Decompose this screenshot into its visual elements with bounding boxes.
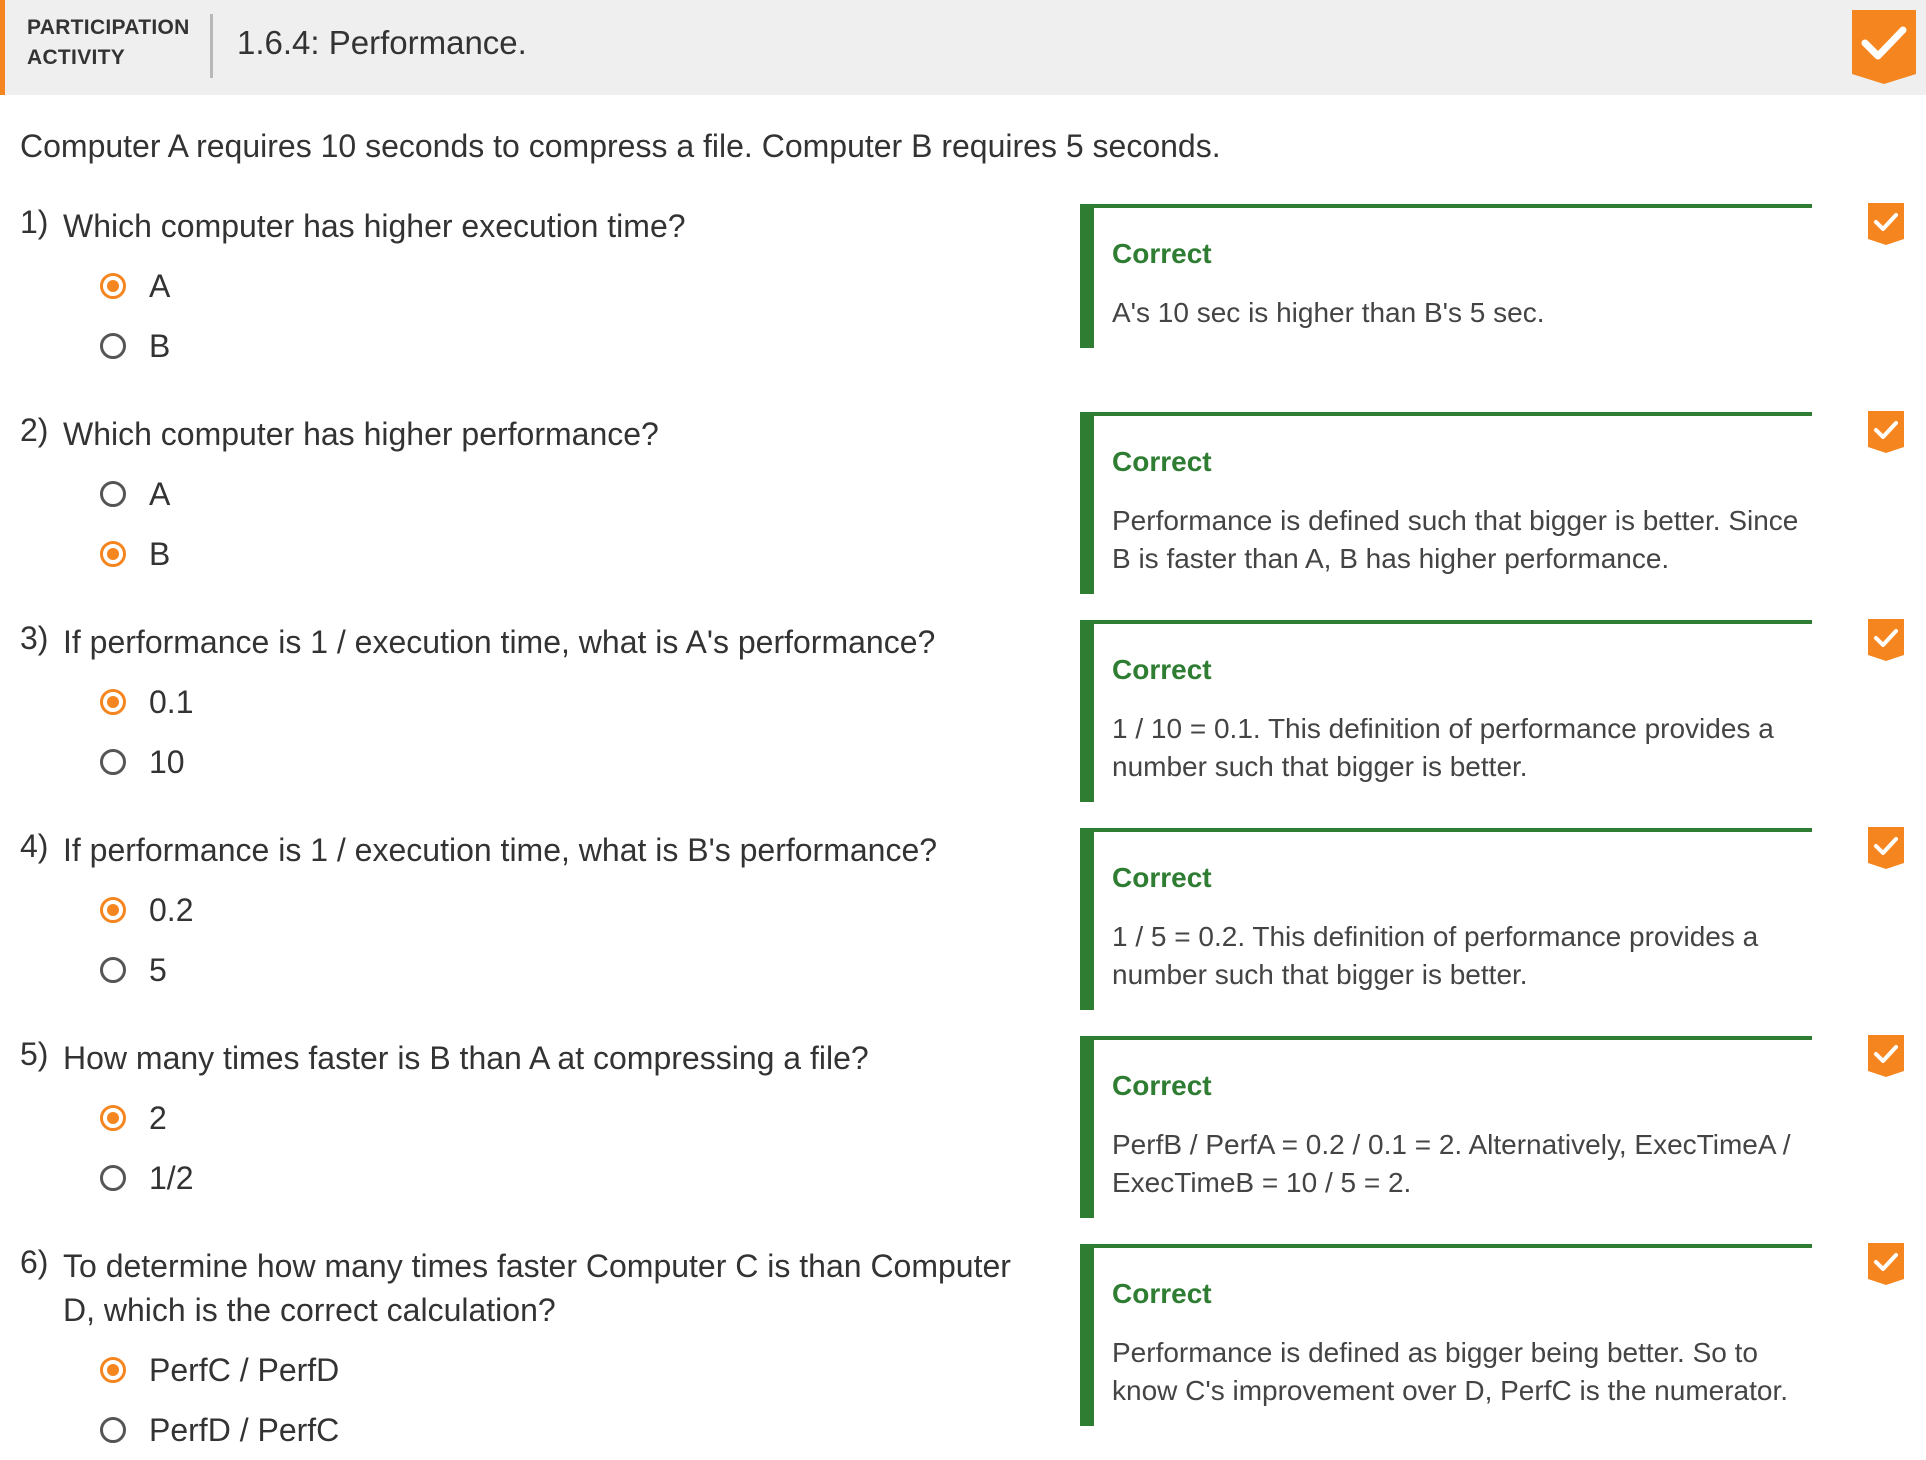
option-label: 0.1	[149, 683, 194, 720]
option-b[interactable]: B	[100, 316, 170, 376]
radio-unselected[interactable]	[100, 333, 126, 359]
question-text: To determine how many times faster Compu…	[63, 1248, 1011, 1328]
radio-unselected[interactable]	[100, 481, 126, 507]
feedback-status: Correct	[1112, 1278, 1212, 1309]
activity-type-line2: ACTIVITY	[27, 46, 126, 69]
feedback-explanation: A's 10 sec is higher than B's 5 sec.	[1112, 297, 1545, 328]
option-a[interactable]: 2	[100, 1088, 193, 1148]
option-a[interactable]: A	[100, 256, 170, 316]
check-badge-icon	[1868, 411, 1904, 453]
header-divider	[210, 14, 213, 78]
option-b[interactable]: 5	[100, 940, 193, 1000]
option-label: A	[149, 475, 171, 512]
radio-unselected[interactable]	[100, 749, 126, 775]
question-number: 6)	[20, 1244, 49, 1280]
radio-selected[interactable]	[100, 273, 126, 299]
question-text: Which computer has higher execution time…	[63, 208, 686, 244]
option-label: 10	[149, 743, 185, 780]
feedback-explanation: 1 / 10 = 0.1. This definition of perform…	[1112, 713, 1774, 782]
feedback-explanation: Performance is defined such that bigger …	[1112, 505, 1799, 574]
activity-intro: Computer A requires 10 seconds to compre…	[20, 128, 1221, 164]
feedback-status: Correct	[1112, 1070, 1212, 1101]
question-number: 1)	[20, 204, 49, 240]
radio-selected[interactable]	[100, 689, 126, 715]
option-label: 0.2	[149, 891, 194, 928]
option-label: 5	[149, 951, 167, 988]
option-label: PerfD / PerfC	[149, 1411, 340, 1448]
option-a[interactable]: 0.1	[100, 672, 193, 732]
question-text: How many times faster is B than A at com…	[63, 1040, 869, 1076]
feedback-status: Correct	[1112, 238, 1212, 269]
answer-options: PerfC / PerfD PerfD / PerfC	[100, 1340, 339, 1460]
option-a[interactable]: 0.2	[100, 880, 193, 940]
option-a[interactable]: A	[100, 464, 170, 524]
radio-unselected[interactable]	[100, 957, 126, 983]
feedback-box-6: Correct Performance is defined as bigger…	[1080, 1244, 1812, 1426]
activity-title: 1.6.4: Performance.	[237, 24, 527, 61]
feedback-box-4: Correct 1 / 5 = 0.2. This definition of …	[1080, 828, 1812, 1010]
feedback-box-5: Correct PerfB / PerfA = 0.2 / 0.1 = 2. A…	[1080, 1036, 1812, 1218]
feedback-box-3: Correct 1 / 10 = 0.1. This definition of…	[1080, 620, 1812, 802]
feedback-explanation: 1 / 5 = 0.2. This definition of performa…	[1112, 921, 1759, 990]
check-badge-icon	[1852, 10, 1916, 84]
check-badge-icon	[1868, 619, 1904, 661]
answer-options: A B	[100, 256, 170, 376]
option-label: 2	[149, 1099, 167, 1136]
feedback-status: Correct	[1112, 654, 1212, 685]
option-b[interactable]: PerfD / PerfC	[100, 1400, 339, 1460]
check-badge-icon	[1868, 827, 1904, 869]
answer-options: 2 1/2	[100, 1088, 193, 1208]
check-badge-icon	[1868, 1243, 1904, 1285]
radio-selected[interactable]	[100, 541, 126, 567]
option-label: B	[149, 535, 171, 572]
feedback-box-1: Correct A's 10 sec is higher than B's 5 …	[1080, 204, 1812, 348]
option-b[interactable]: 10	[100, 732, 193, 792]
question-number: 4)	[20, 828, 49, 864]
feedback-explanation: PerfB / PerfA = 0.2 / 0.1 = 2. Alternati…	[1112, 1129, 1791, 1198]
option-label: 1/2	[149, 1159, 194, 1196]
question-text: Which computer has higher performance?	[63, 416, 659, 452]
radio-unselected[interactable]	[100, 1165, 126, 1191]
feedback-status: Correct	[1112, 446, 1212, 477]
activity-header: PARTICIPATION ACTIVITY 1.6.4: Performanc…	[0, 0, 1926, 95]
check-badge-icon	[1868, 1035, 1904, 1077]
radio-selected[interactable]	[100, 1105, 126, 1131]
radio-selected[interactable]	[100, 1357, 126, 1383]
activity-type-label: PARTICIPATION ACTIVITY	[27, 13, 207, 73]
radio-unselected[interactable]	[100, 1417, 126, 1443]
option-label: PerfC / PerfD	[149, 1351, 340, 1388]
feedback-box-2: Correct Performance is defined such that…	[1080, 412, 1812, 594]
check-badge-icon	[1868, 203, 1904, 245]
activity-type-line1: PARTICIPATION	[27, 16, 190, 39]
feedback-status: Correct	[1112, 862, 1212, 893]
question-text: If performance is 1 / execution time, wh…	[63, 624, 936, 660]
feedback-explanation: Performance is defined as bigger being b…	[1112, 1337, 1789, 1406]
radio-selected[interactable]	[100, 897, 126, 923]
question-number: 2)	[20, 412, 49, 448]
question-number: 3)	[20, 620, 49, 656]
option-label: B	[149, 327, 171, 364]
answer-options: A B	[100, 464, 170, 584]
question-number: 5)	[20, 1036, 49, 1072]
answer-options: 0.2 5	[100, 880, 193, 1000]
question-text: If performance is 1 / execution time, wh…	[63, 832, 938, 868]
option-b[interactable]: B	[100, 524, 170, 584]
option-label: A	[149, 267, 171, 304]
option-b[interactable]: 1/2	[100, 1148, 193, 1208]
answer-options: 0.1 10	[100, 672, 193, 792]
option-a[interactable]: PerfC / PerfD	[100, 1340, 339, 1400]
